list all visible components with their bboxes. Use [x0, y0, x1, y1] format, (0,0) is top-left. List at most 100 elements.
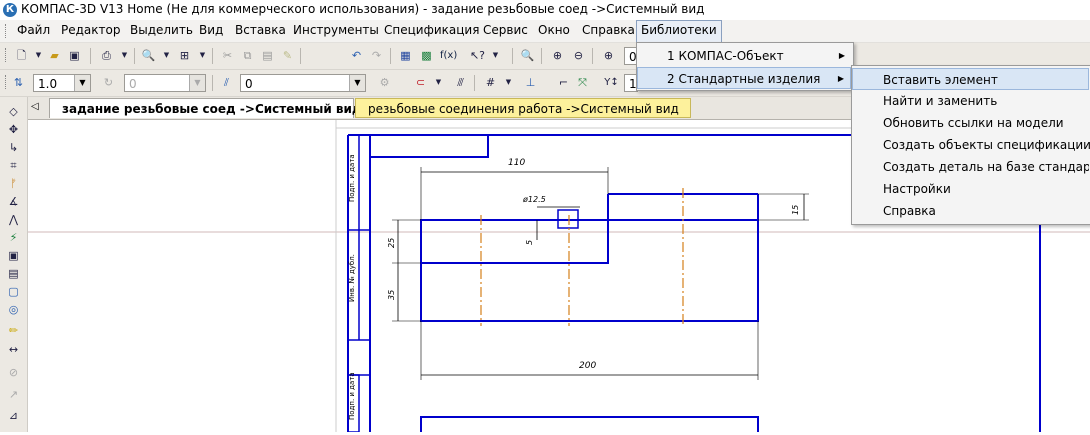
menu-item-create-spec-objects[interactable]: Создать объекты спецификации: [852, 134, 1090, 156]
undo-icon[interactable]: ↶: [348, 47, 365, 64]
zoom-in-icon[interactable]: ⊕: [549, 47, 566, 64]
menu-bar: Файл Редактор Выделить Вид Вставка Инстр…: [0, 20, 1090, 43]
measure-icon[interactable]: ∡: [5, 193, 22, 210]
layer-settings-icon[interactable]: ⚙: [376, 74, 393, 91]
dropdown-arrow-icon[interactable]: ▼: [500, 74, 517, 91]
select-icon[interactable]: ⋀: [5, 211, 22, 228]
zoom-icon[interactable]: ⊕: [600, 47, 617, 64]
menu-service[interactable]: Сервис: [483, 23, 528, 37]
dropdown-arrow-icon[interactable]: ▼: [194, 47, 211, 64]
dropdown-arrow-icon[interactable]: ▼: [158, 47, 175, 64]
separator: [90, 48, 91, 64]
library-manager-icon[interactable]: ▩: [418, 47, 435, 64]
menu-editor[interactable]: Редактор: [61, 23, 120, 37]
dropdown-arrow-icon[interactable]: ▼: [349, 75, 365, 91]
print-icon[interactable]: ⎙: [98, 47, 115, 64]
separator: [541, 48, 542, 64]
tab-work[interactable]: резьбовые соединения работа ->Системный …: [355, 98, 691, 118]
grid-icon[interactable]: #: [482, 74, 499, 91]
manager-icon[interactable]: ⊞: [176, 47, 193, 64]
submenu-arrow-icon: ▶: [838, 51, 845, 60]
dimensions-icon[interactable]: ✥: [5, 121, 22, 138]
line-style-field[interactable]: 1.0 ▼: [33, 74, 91, 92]
geometry-icon[interactable]: ◇: [5, 103, 22, 120]
separator: [134, 48, 135, 64]
associative-views-icon[interactable]: ⚡: [5, 229, 22, 246]
menu-item-standard-parts[interactable]: 2 Стандартные изделия ▶: [637, 67, 851, 89]
menu-view[interactable]: Вид: [199, 23, 223, 37]
menu-tools[interactable]: Инструменты: [293, 23, 379, 37]
paste-icon[interactable]: ▤: [259, 47, 276, 64]
submenu-arrow-icon: ▶: [837, 74, 844, 83]
step-cursor-icon[interactable]: ⇅: [10, 74, 27, 91]
tab-task[interactable]: задание резьбовые соед ->Системный вид: [49, 98, 362, 118]
menu-item-insert-element[interactable]: Вставить элемент: [852, 68, 1089, 90]
menu-item-help[interactable]: Справка: [852, 200, 1089, 222]
zoom-out-icon[interactable]: ⊖: [570, 47, 587, 64]
menu-file[interactable]: Файл: [17, 23, 50, 37]
help-pointer-icon[interactable]: ↖?: [469, 47, 486, 64]
zoom-window-icon[interactable]: 🔍: [519, 47, 536, 64]
local-cs-icon[interactable]: ⊥: [522, 74, 539, 91]
toolbar-grip[interactable]: [5, 48, 8, 62]
preview-icon[interactable]: 🔍: [140, 47, 157, 64]
title-cell: [369, 134, 489, 158]
roughness-icon[interactable]: ⊿: [5, 407, 22, 424]
snap-icon[interactable]: ⤧: [574, 74, 591, 91]
separator: [390, 48, 391, 64]
redo-icon[interactable]: ↷: [368, 47, 385, 64]
copy-icon[interactable]: ⧉: [239, 47, 256, 64]
window-title: КОМПАС-3D V13 Home (Не для коммерческого…: [21, 2, 705, 16]
linear-dim-icon[interactable]: ↔: [5, 341, 22, 358]
variables-icon[interactable]: f(x): [440, 47, 457, 64]
edit-icon[interactable]: ⌗: [5, 157, 22, 174]
menu-item-find-replace[interactable]: Найти и заменить: [852, 90, 1089, 112]
magnet-icon[interactable]: ⊂: [412, 74, 429, 91]
menu-grip[interactable]: [5, 24, 8, 38]
coordinates-icon[interactable]: Y↕: [603, 74, 620, 91]
menu-specification[interactable]: Спецификация: [384, 23, 479, 37]
menu-help[interactable]: Справка: [582, 23, 635, 37]
insert-icon[interactable]: ▢: [5, 283, 22, 300]
dropdown-arrow-icon[interactable]: ▼: [189, 75, 205, 91]
open-folder-icon[interactable]: ▰: [46, 47, 63, 64]
stamp-label-1: Подп. и дата: [348, 154, 356, 202]
parametrization-icon[interactable]: ᚠ: [5, 175, 22, 192]
leader-icon[interactable]: ↗: [5, 386, 22, 403]
angle-field[interactable]: 0 ▼: [124, 74, 206, 92]
tab-scroll-left-icon[interactable]: ◁: [31, 101, 39, 112]
title-bar: К КОМПАС-3D V13 Home (Не для коммерческо…: [0, 0, 1090, 20]
dropdown-arrow-icon[interactable]: ▼: [30, 47, 47, 64]
tree-icon[interactable]: ▦: [397, 47, 414, 64]
layer-value: 0: [245, 77, 253, 91]
orthogonal-icon[interactable]: ⫻: [452, 74, 469, 91]
new-document-icon[interactable]: 🗋: [13, 47, 30, 64]
layer-field[interactable]: 0 ▼: [240, 74, 366, 92]
dropdown-arrow-icon[interactable]: ▼: [487, 47, 504, 64]
macro-icon[interactable]: ◎: [5, 301, 22, 318]
format-brush-icon[interactable]: ✎: [279, 47, 296, 64]
layer-icon[interactable]: ⫽: [218, 74, 235, 91]
menu-item-kompas-object[interactable]: 1 КОМПАС-Объект ▶: [637, 45, 851, 67]
menu-item-create-part[interactable]: Создать деталь на базе стандартной: [852, 156, 1089, 178]
tolerance-icon[interactable]: ⊘: [5, 364, 22, 381]
toolbar-grip[interactable]: [5, 75, 8, 89]
annotations-icon[interactable]: ↳: [5, 139, 22, 156]
ortho-mode-icon[interactable]: ⌐: [555, 74, 572, 91]
menu-window[interactable]: Окно: [538, 23, 570, 37]
reports-icon[interactable]: ▤: [5, 265, 22, 282]
menu-insert[interactable]: Вставка: [235, 23, 286, 37]
dropdown-arrow-icon[interactable]: ▼: [430, 74, 447, 91]
pencil-icon[interactable]: ✏: [5, 322, 22, 339]
dropdown-arrow-icon[interactable]: ▼: [74, 75, 90, 91]
spec-icon[interactable]: ▣: [5, 247, 22, 264]
menu-select[interactable]: Выделить: [130, 23, 193, 37]
menu-item-settings[interactable]: Настройки: [852, 178, 1089, 200]
cut-icon[interactable]: ✂: [219, 47, 236, 64]
angle-value: 0: [129, 77, 137, 91]
save-icon[interactable]: ▣: [66, 47, 83, 64]
menu-libraries[interactable]: Библиотеки: [636, 20, 722, 43]
menu-item-update-links[interactable]: Обновить ссылки на модели: [852, 112, 1089, 134]
upper-step: [420, 219, 609, 264]
dropdown-arrow-icon[interactable]: ▼: [116, 47, 133, 64]
